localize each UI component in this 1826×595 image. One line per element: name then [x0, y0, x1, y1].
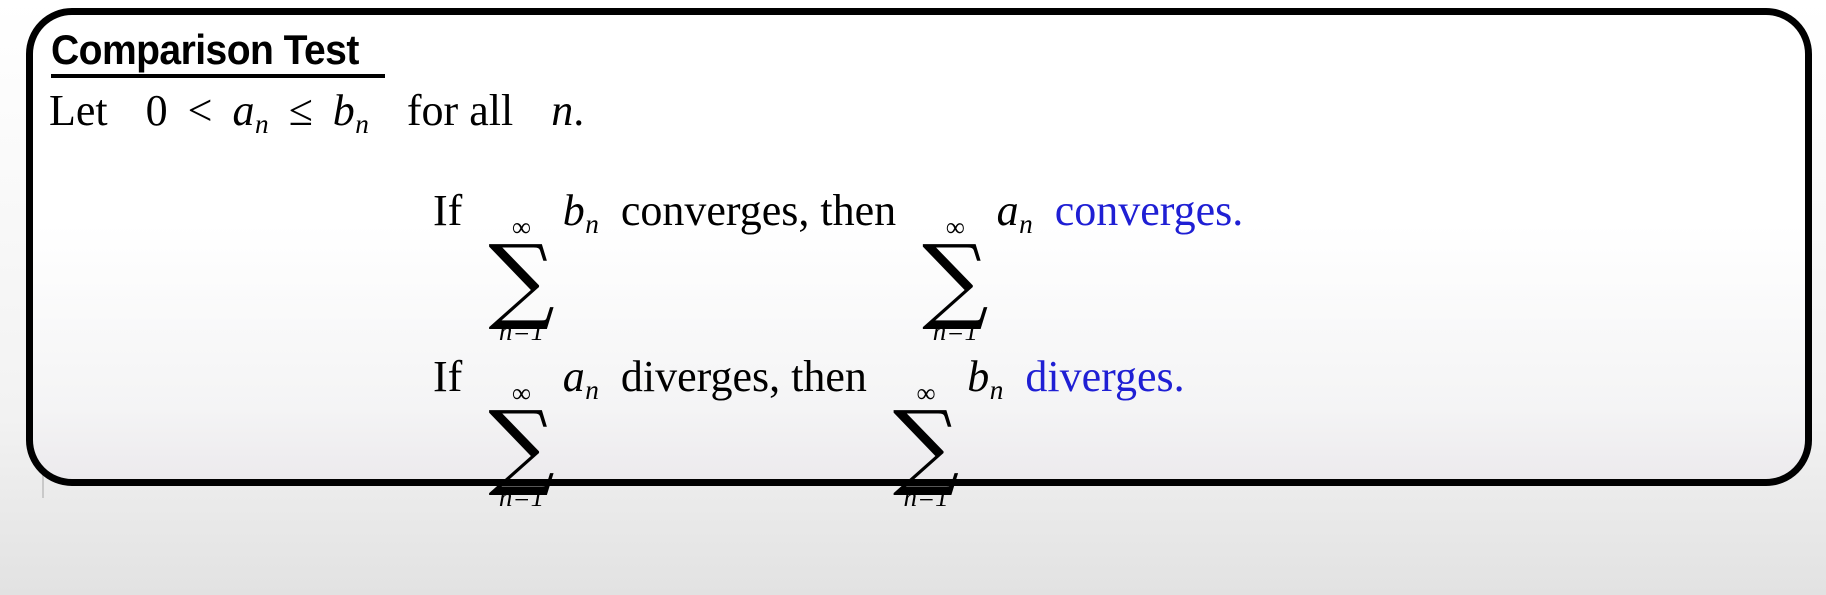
hypothesis-quantifier: for all: [406, 86, 514, 135]
term-subscript: n: [585, 208, 599, 239]
hypothesis-var-b-subscript: n: [355, 108, 369, 139]
statement-1-term-1: bn: [563, 185, 599, 240]
term-base: a: [562, 352, 585, 401]
slide-canvas: Comparison Test Let 0 < an ≤ bn for all …: [0, 0, 1826, 595]
statement-2-verb: diverges, then: [620, 352, 867, 401]
hypothesis-line: Let 0 < an ≤ bn for all n.: [49, 83, 584, 152]
term-subscript: n: [989, 374, 1004, 405]
page-title: Comparison Test: [51, 26, 359, 73]
statement-2-summation-1: ∞ ∑ n=1: [488, 380, 555, 512]
term-base: b: [967, 352, 990, 401]
statement-row-divergence: If ∞ ∑ n=1 an diverges, then ∞ ∑ n=1 bn: [433, 351, 1185, 511]
hypothesis-lead: Let: [49, 86, 108, 135]
panel-title-block: Comparison Test: [51, 27, 385, 78]
term-base: a: [996, 186, 1019, 235]
summation-sigma-icon: ∑: [488, 225, 555, 333]
statement-1-summation-1: ∞ ∑ n=1: [488, 214, 555, 346]
hypothesis-relation-leq: ≤: [288, 86, 313, 135]
summation-lower-limit: n=1: [498, 316, 545, 346]
statement-2-if: If: [433, 352, 463, 401]
statement-2-term-1: an: [563, 351, 599, 406]
statement-1-conclusion: converges.: [1054, 186, 1244, 235]
statement-2-summation-2: ∞ ∑ n=1: [892, 380, 960, 512]
summation-sigma-icon: ∑: [488, 391, 555, 499]
statement-1-summation-2: ∞ ∑ n=1: [922, 214, 989, 346]
statement-1-if: If: [433, 186, 463, 235]
statement-2-conclusion: diverges.: [1025, 352, 1185, 401]
statement-row-convergence: If ∞ ∑ n=1 bn converges, then ∞ ∑ n=1 an: [433, 185, 1244, 345]
summation-sigma-icon: ∑: [892, 391, 960, 499]
statement-2-term-2: bn: [967, 351, 1003, 406]
hypothesis-var-b: b: [332, 86, 355, 135]
term-subscript: n: [585, 374, 599, 405]
summation-lower-limit: n=1: [932, 316, 978, 346]
statement-1-verb: converges, then: [620, 186, 897, 235]
hypothesis-period: .: [573, 86, 585, 135]
summation-lower-limit: n=1: [498, 482, 545, 512]
hypothesis-var-a: a: [232, 86, 255, 135]
hypothesis-index: n: [551, 86, 574, 135]
hypothesis-zero: 0: [145, 86, 168, 135]
hypothesis-var-a-subscript: n: [254, 108, 269, 139]
hypothesis-relation-lt: <: [187, 86, 213, 135]
term-base: b: [562, 186, 585, 235]
summation-sigma-icon: ∑: [922, 225, 989, 333]
term-subscript: n: [1019, 208, 1033, 239]
title-underline: [51, 74, 385, 78]
statement-1-term-2: an: [997, 185, 1033, 240]
summation-lower-limit: n=1: [903, 482, 949, 512]
comparison-test-panel: Comparison Test Let 0 < an ≤ bn for all …: [26, 8, 1812, 511]
